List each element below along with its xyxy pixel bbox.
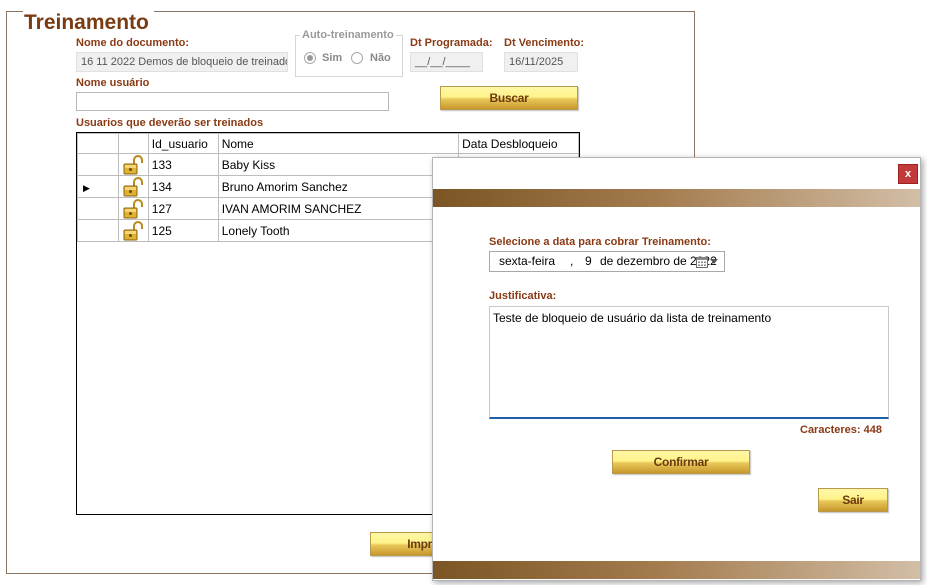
row-indicator-cell[interactable]	[77, 197, 119, 220]
auto-training-no-radio[interactable]	[351, 52, 363, 64]
date-weekday: sexta-feira	[499, 254, 556, 268]
block-date-dialog: x Selecione a data para cobrar Treinamen…	[432, 157, 921, 581]
user-id-cell[interactable]: 134	[147, 175, 219, 198]
search-button[interactable]: Buscar	[440, 86, 578, 110]
lock-cell[interactable]	[117, 219, 149, 242]
calendar-icon[interactable]	[696, 255, 708, 268]
user-name-label: Nome usuário	[76, 77, 150, 89]
user-name-cell[interactable]: Baby Kiss	[217, 153, 460, 176]
user-name-cell[interactable]: Lonely Tooth	[217, 219, 460, 242]
auto-training-label: Auto-treinamento	[300, 29, 396, 41]
unlock-icon[interactable]	[122, 198, 144, 219]
confirm-button[interactable]: Confirmar	[612, 450, 750, 474]
row-indicator-cell[interactable]	[77, 153, 119, 176]
select-date-label: Selecione a data para cobrar Treinamento…	[489, 236, 711, 248]
dialog-header-band	[433, 189, 920, 207]
date-day: 9	[585, 254, 592, 268]
user-id-cell[interactable]: 127	[147, 197, 219, 220]
exit-button[interactable]: Sair	[818, 488, 888, 512]
grid-header-row: Id_usuario Nome Data Desbloqueio	[77, 133, 579, 154]
grid-header-unlock-date[interactable]: Data Desbloqueio	[458, 133, 579, 154]
row-indicator-cell[interactable]	[77, 219, 119, 242]
grid-header-name[interactable]: Nome	[217, 133, 460, 154]
scheduled-date-field[interactable]: __/__/____	[410, 52, 483, 72]
auto-training-no-label: Não	[370, 52, 391, 64]
lock-cell[interactable]	[117, 153, 149, 176]
scheduled-date-label: Dt Programada:	[410, 37, 493, 49]
grid-header-id[interactable]: Id_usuario	[147, 133, 219, 154]
grid-header-indicator	[77, 133, 119, 154]
lock-cell[interactable]	[117, 175, 149, 198]
chevron-down-icon[interactable]	[710, 259, 718, 264]
expiry-date-label: Dt Vencimento:	[504, 37, 585, 49]
date-separator: ,	[570, 254, 574, 268]
auto-training-group: Auto-treinamento Sim Não	[295, 29, 403, 77]
user-name-cell[interactable]: IVAN AMORIM SANCHEZ	[217, 197, 460, 220]
unlock-icon[interactable]	[122, 154, 144, 175]
grid-header-lock	[117, 133, 149, 154]
document-name-field[interactable]: 16 11 2022 Demos de bloqueio de treinado…	[76, 52, 288, 72]
row-indicator-cell[interactable]: ▶	[77, 175, 119, 198]
page-title: Treinamento	[23, 11, 154, 35]
user-id-cell[interactable]: 133	[147, 153, 219, 176]
users-to-train-label: Usuarios que deverão ser treinados	[76, 117, 264, 129]
auto-training-yes-label: Sim	[322, 52, 343, 64]
current-row-arrow-icon: ▶	[83, 182, 90, 193]
lock-cell[interactable]	[117, 197, 149, 220]
justification-label: Justificativa:	[489, 290, 557, 302]
dialog-footer-band	[433, 561, 920, 579]
user-name-cell[interactable]: Bruno Amorim Sanchez	[217, 175, 460, 198]
date-picker[interactable]: sexta-feira , 9 de dezembro de 2022	[489, 251, 725, 272]
close-icon[interactable]: x	[898, 164, 918, 184]
unlock-icon[interactable]	[122, 176, 144, 197]
user-name-input[interactable]	[76, 92, 389, 111]
user-id-cell[interactable]: 125	[147, 219, 219, 242]
expiry-date-field[interactable]: 16/11/2025	[504, 52, 578, 72]
document-name-label: Nome do documento:	[76, 37, 190, 49]
characters-count: Caracteres: 448	[800, 424, 882, 436]
auto-training-yes-radio[interactable]	[304, 52, 316, 64]
justification-textarea[interactable]: Teste de bloqueio de usuário da lista de…	[489, 306, 889, 419]
unlock-icon[interactable]	[122, 220, 144, 241]
